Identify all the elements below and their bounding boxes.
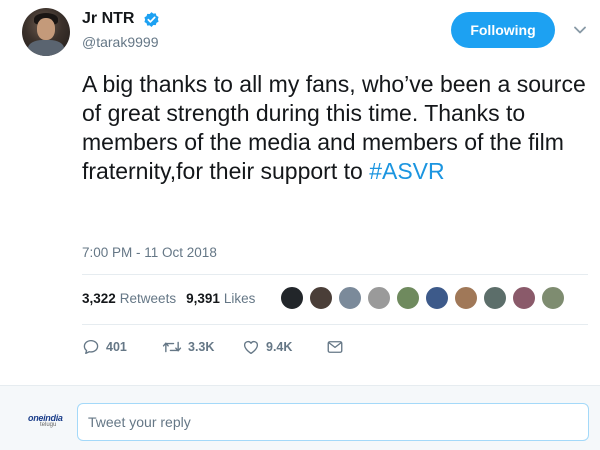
retweets-label: Retweets bbox=[119, 291, 177, 306]
avatar-body bbox=[28, 40, 64, 56]
liker-avatar[interactable] bbox=[454, 286, 478, 310]
author-info: Jr NTR @tarak9999 bbox=[82, 10, 160, 50]
tweet-card: Jr NTR @tarak9999 Following A big thanks… bbox=[0, 0, 600, 384]
retweets-count: 3,322 bbox=[82, 291, 116, 306]
tweet-timestamp[interactable]: 7:00 PM - 11 Oct 2018 bbox=[82, 245, 217, 260]
reply-input[interactable]: Tweet your reply bbox=[77, 403, 589, 441]
tweet-stats: 3,322 Retweets 9,391 Likes bbox=[82, 291, 265, 306]
envelope-icon bbox=[327, 341, 343, 353]
direct-message-button[interactable] bbox=[326, 338, 350, 356]
likes-label: Likes bbox=[223, 291, 256, 306]
liker-avatar[interactable] bbox=[338, 286, 362, 310]
liker-avatar[interactable] bbox=[425, 286, 449, 310]
reply-bar: oneindia telugu Tweet your reply bbox=[0, 385, 600, 450]
like-count: 9.4K bbox=[266, 340, 293, 354]
author-handle[interactable]: @tarak9999 bbox=[82, 34, 160, 50]
retweet-icon bbox=[162, 341, 182, 353]
author-display-name[interactable]: Jr NTR bbox=[82, 10, 134, 28]
retweet-count: 3.3K bbox=[188, 340, 215, 354]
likes-count: 9,391 bbox=[186, 291, 220, 306]
retweets-stat[interactable]: 3,322 Retweets bbox=[82, 291, 176, 306]
liker-avatar[interactable] bbox=[280, 286, 304, 310]
tweet-body-text: A big thanks to all my fans, who’ve been… bbox=[82, 71, 586, 184]
divider bbox=[82, 324, 588, 325]
reply-count: 401 bbox=[106, 340, 127, 354]
liker-avatar[interactable] bbox=[483, 286, 507, 310]
chevron-down-icon[interactable] bbox=[574, 26, 586, 34]
oneindia-logo: oneindia telugu bbox=[28, 413, 68, 437]
heart-icon bbox=[243, 340, 259, 355]
liker-avatar[interactable] bbox=[541, 286, 565, 310]
like-button[interactable]: 9.4K bbox=[242, 338, 326, 356]
following-button[interactable]: Following bbox=[451, 12, 555, 48]
tweet-text: A big thanks to all my fans, who’ve been… bbox=[82, 70, 587, 186]
avatar-face bbox=[37, 18, 55, 40]
tweet-actions: 401 3.3K 9.4K bbox=[82, 338, 350, 356]
verified-badge-icon bbox=[144, 11, 159, 27]
liker-avatar[interactable] bbox=[512, 286, 536, 310]
hashtag-link[interactable]: #ASVR bbox=[369, 158, 444, 184]
liker-avatar[interactable] bbox=[309, 286, 333, 310]
logo-subtext: telugu bbox=[40, 422, 57, 428]
retweet-button[interactable]: 3.3K bbox=[162, 338, 242, 356]
liker-avatar[interactable] bbox=[367, 286, 391, 310]
avatar[interactable] bbox=[22, 8, 70, 56]
likes-stat[interactable]: 9,391 Likes bbox=[186, 291, 255, 306]
reply-icon bbox=[83, 339, 99, 355]
divider bbox=[82, 274, 588, 275]
liker-avatar[interactable] bbox=[396, 286, 420, 310]
reply-button[interactable]: 401 bbox=[82, 338, 162, 356]
